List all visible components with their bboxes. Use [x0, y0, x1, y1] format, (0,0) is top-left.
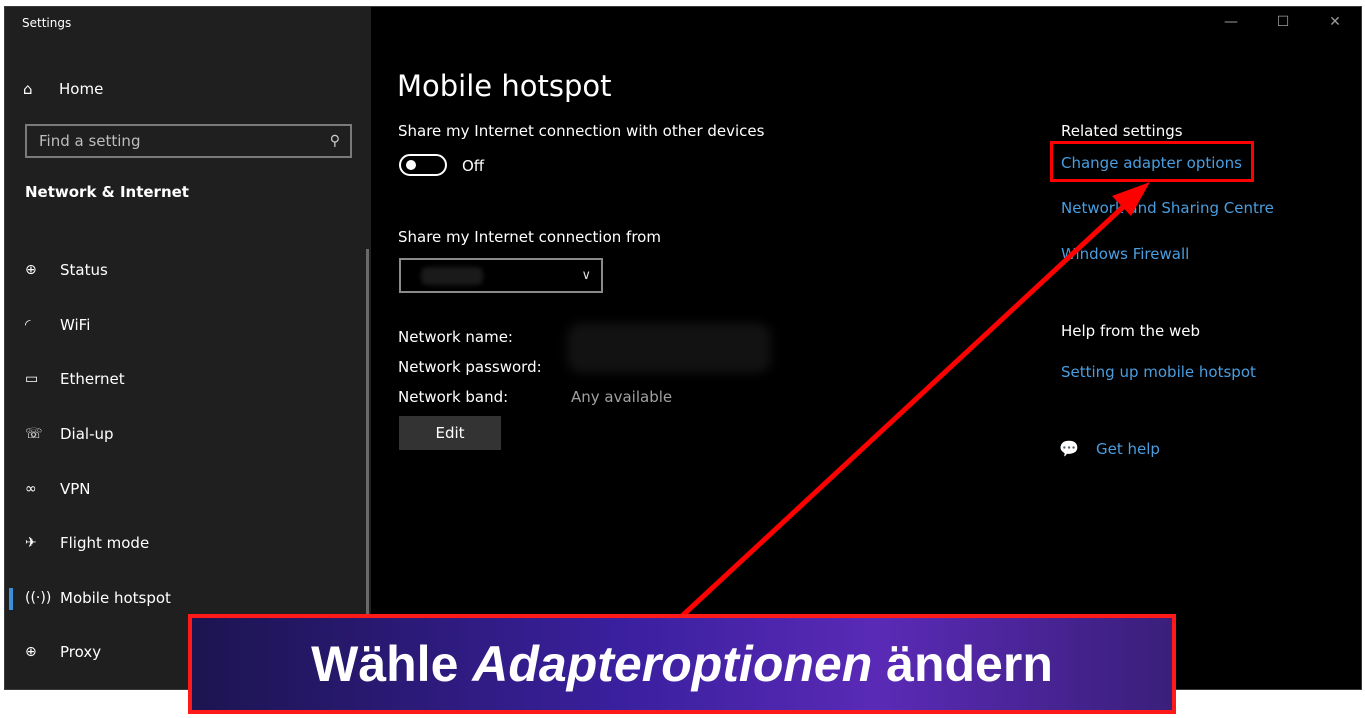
chevron-down-icon: ∨: [581, 268, 591, 283]
home-icon: ⌂: [23, 80, 33, 98]
instruction-banner: Wähle Adapteroptionen ändern: [188, 614, 1176, 714]
nav-label: Status: [60, 261, 108, 280]
nav-label: Dial-up: [60, 425, 114, 444]
network-name-label: Network name:: [398, 328, 513, 346]
edit-button[interactable]: Edit: [399, 416, 501, 450]
home-nav-item[interactable]: ⌂ Home: [23, 77, 103, 101]
settings-window: Settings ⌂ Home ⚲ Network & Internet ⊕ S…: [4, 6, 1362, 690]
network-sharing-centre-link[interactable]: Network and Sharing Centre: [1061, 199, 1274, 217]
banner-text: Wähle Adapteroptionen ändern: [311, 636, 1053, 692]
sidebar: Settings ⌂ Home ⚲ Network & Internet ⊕ S…: [5, 7, 371, 689]
nav-label: Flight mode: [60, 534, 150, 553]
network-band-value: Any available: [571, 388, 673, 406]
blurred-value: [421, 267, 483, 285]
nav-label: Mobile hotspot: [60, 588, 171, 607]
window-controls: — ☐ ✕: [1205, 7, 1361, 37]
search-input[interactable]: [39, 132, 330, 150]
search-box[interactable]: ⚲: [25, 124, 352, 158]
highlight-box: [1050, 141, 1254, 182]
dialup-icon: ☏: [25, 426, 43, 443]
help-chat-icon: 💬: [1059, 439, 1079, 458]
setting-up-hotspot-link[interactable]: Setting up mobile hotspot: [1061, 363, 1256, 381]
page-title: Mobile hotspot: [397, 69, 612, 103]
main-content: — ☐ ✕ Mobile hotspot Share my Internet c…: [371, 7, 1361, 689]
close-icon[interactable]: ✕: [1309, 7, 1361, 37]
nav-label: Ethernet: [60, 370, 125, 389]
app-title: Settings: [22, 16, 72, 30]
get-help-link[interactable]: 💬 Get help: [1059, 439, 1160, 458]
wifi-icon: ◜: [25, 316, 31, 333]
globe-icon: ⊕: [25, 644, 37, 661]
hotspot-icon: ((·)): [25, 589, 52, 606]
airplane-icon: ✈: [25, 535, 37, 552]
nav-label: VPN: [60, 479, 91, 498]
get-help-label: Get help: [1096, 439, 1160, 458]
connection-dropdown[interactable]: ∨: [399, 258, 603, 293]
nav-label: WiFi: [60, 315, 91, 334]
nav-label: Proxy: [60, 643, 102, 662]
nav-item-ethernet[interactable]: ▭ Ethernet: [5, 352, 367, 407]
hotspot-toggle[interactable]: [399, 154, 447, 176]
network-band-label: Network band:: [398, 388, 509, 406]
minimize-icon[interactable]: —: [1205, 7, 1257, 37]
network-password-label: Network password:: [398, 358, 542, 376]
ethernet-icon: ▭: [25, 371, 39, 388]
share-label: Share my Internet connection with other …: [398, 122, 765, 140]
nav-item-wifi[interactable]: ◜ WiFi: [5, 298, 367, 353]
share-from-label: Share my Internet connection from: [398, 228, 661, 246]
maximize-icon[interactable]: ☐: [1257, 7, 1309, 37]
help-heading: Help from the web: [1061, 322, 1201, 340]
globe-icon: ⊕: [25, 262, 37, 279]
windows-firewall-link[interactable]: Windows Firewall: [1061, 245, 1189, 263]
sidebar-scrollbar[interactable]: [366, 249, 369, 619]
section-title: Network & Internet: [25, 183, 189, 201]
blurred-credentials: [567, 323, 771, 373]
search-icon[interactable]: ⚲: [330, 133, 340, 149]
vpn-icon: ∞: [25, 480, 37, 497]
toggle-state: Off: [462, 157, 485, 175]
home-label: Home: [59, 80, 104, 98]
nav-item-dialup[interactable]: ☏ Dial-up: [5, 407, 367, 462]
nav-item-flight-mode[interactable]: ✈ Flight mode: [5, 516, 367, 571]
nav-item-status[interactable]: ⊕ Status: [5, 243, 367, 298]
nav-item-vpn[interactable]: ∞ VPN: [5, 461, 367, 516]
related-settings-heading: Related settings: [1061, 122, 1183, 140]
